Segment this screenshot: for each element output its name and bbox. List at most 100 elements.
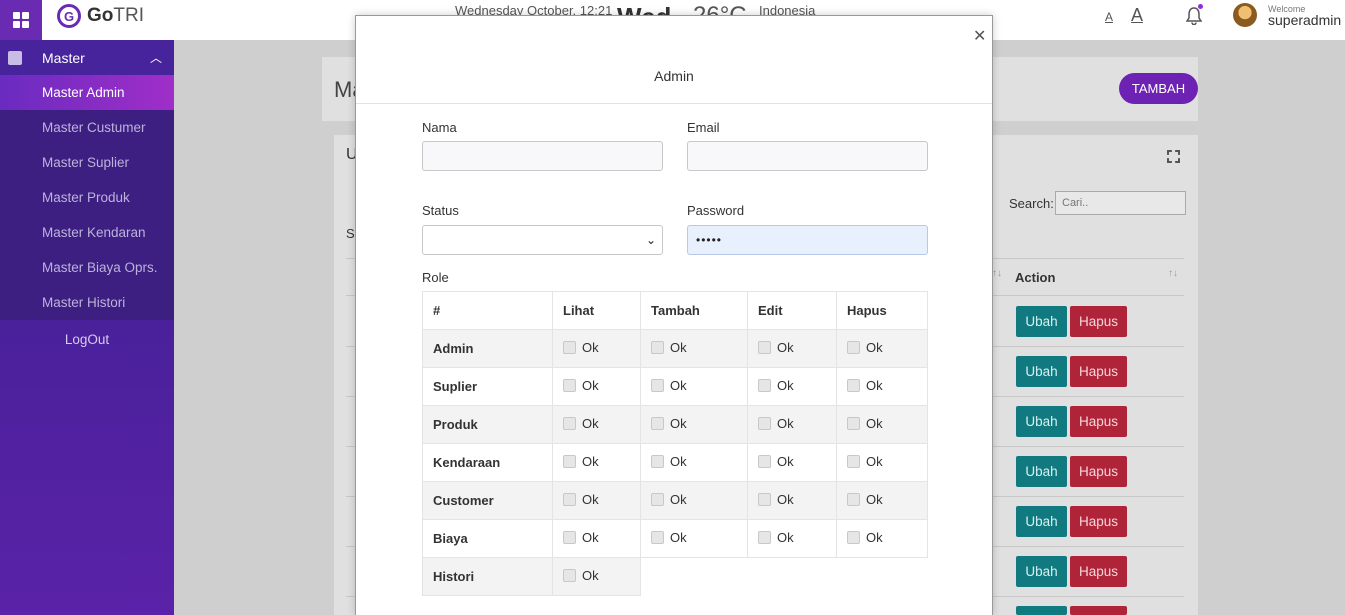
tambah-checkbox[interactable]: Ok [651,340,687,355]
avatar[interactable] [1233,3,1257,27]
edit-checkbox[interactable]: Ok [758,378,794,393]
lihat-checkbox[interactable]: Ok [563,416,599,431]
sidebar-item-master-kendaran[interactable]: Master Kendaran [0,215,174,250]
sidebar: Master ︿ Master Admin Master Custumer Ma… [0,40,174,615]
role-name: Produk [422,405,553,444]
tambah-checkbox[interactable]: Ok [651,530,687,545]
sidebar-item-master-biaya-oprs[interactable]: Master Biaya Oprs. [0,250,174,285]
search-label: Search: [1009,196,1054,211]
lihat-checkbox[interactable]: Ok [563,568,599,583]
font-size-decrease-button[interactable]: A [1105,10,1113,24]
table-row: Customer Ok Ok Ok Ok [422,481,928,520]
lihat-checkbox[interactable]: Ok [563,378,599,393]
delete-button[interactable]: Hapus [1070,506,1127,537]
edit-button[interactable]: Ubah [1016,506,1067,537]
lihat-checkbox[interactable]: Ok [563,530,599,545]
sidebar-item-master-suplier[interactable]: Master Suplier [0,145,174,180]
lihat-checkbox[interactable]: Ok [563,492,599,507]
delete-button[interactable] [1070,606,1127,615]
sort-icon[interactable]: ↑↓ [992,268,1002,279]
search-input[interactable] [1055,191,1186,215]
password-value: ••••• [696,233,723,247]
chevron-up-icon: ︿ [149,51,162,65]
bell-icon[interactable] [1186,7,1202,25]
admin-modal: ✕ Admin Nama Email Status ⌄ Password •••… [355,15,993,615]
lihat-checkbox[interactable]: Ok [563,340,599,355]
delete-button[interactable]: Hapus [1070,356,1127,387]
nama-field[interactable] [422,141,663,171]
delete-button[interactable]: Hapus [1070,306,1127,337]
edit-button[interactable] [1016,606,1067,615]
username[interactable]: superadmin [1268,12,1341,28]
role-permission-table: # Lihat Tambah Edit Hapus Admin Ok Ok Ok… [422,291,928,596]
lihat-checkbox[interactable]: Ok [563,454,599,469]
app-logo[interactable]: G GoTRI [57,4,144,28]
sidebar-section-label: Master [42,49,85,66]
edit-checkbox[interactable]: Ok [758,454,794,469]
nama-label: Nama [422,120,457,135]
chart-icon [8,50,22,65]
app-name-light: TRI [113,5,144,26]
role-label: Role [422,270,449,285]
delete-button[interactable]: Hapus [1070,556,1127,587]
tambah-checkbox[interactable]: Ok [651,378,687,393]
tambah-checkbox[interactable]: Ok [651,454,687,469]
app-name-bold: Go [87,5,114,26]
column-header-index: # [422,291,553,330]
hapus-checkbox[interactable]: Ok [847,378,883,393]
sidebar-item-master-custumer[interactable]: Master Custumer [0,110,174,145]
edit-checkbox[interactable]: Ok [758,340,794,355]
edit-button[interactable]: Ubah [1016,456,1067,487]
column-header-tambah: Tambah [640,291,748,330]
sidebar-item-master-histori[interactable]: Master Histori [0,285,174,320]
action-column-header: Action [1015,270,1056,285]
hapus-checkbox[interactable]: Ok [847,340,883,355]
delete-button[interactable]: Hapus [1070,456,1127,487]
edit-checkbox[interactable]: Ok [758,416,794,431]
hapus-checkbox[interactable]: Ok [847,530,883,545]
status-label: Status [422,203,459,218]
sidebar-item-master-produk[interactable]: Master Produk [0,180,174,215]
password-field[interactable]: ••••• [687,225,928,255]
apps-grid-icon[interactable] [0,0,42,40]
column-header-hapus: Hapus [836,291,928,330]
sort-icon[interactable]: ↑↓ [1168,268,1178,279]
edit-button[interactable]: Ubah [1016,556,1067,587]
role-name: Kendaraan [422,443,553,482]
fullscreen-icon[interactable] [1167,150,1180,163]
close-icon[interactable]: ✕ [973,26,986,46]
sidebar-menu: Master Admin Master Custumer Master Supl… [0,75,174,320]
column-header-lihat: Lihat [552,291,641,330]
hapus-checkbox[interactable]: Ok [847,492,883,507]
sidebar-section-master[interactable]: Master ︿ [0,40,174,75]
role-name: Customer [422,481,553,520]
role-name: Biaya [422,519,553,558]
edit-checkbox[interactable]: Ok [758,492,794,507]
table-row: Admin Ok Ok Ok Ok [422,329,928,368]
sidebar-item-master-admin[interactable]: Master Admin [0,75,174,110]
modal-divider [356,103,992,104]
edit-button[interactable]: Ubah [1016,356,1067,387]
email-field[interactable] [687,141,928,171]
modal-title: Admin [654,68,694,84]
add-button[interactable]: TAMBAH [1119,73,1198,104]
password-label: Password [687,203,745,218]
hapus-checkbox[interactable]: Ok [847,416,883,431]
edit-button[interactable]: Ubah [1016,306,1067,337]
edit-button[interactable]: Ubah [1016,406,1067,437]
table-row: Suplier Ok Ok Ok Ok [422,367,928,406]
role-name: Suplier [422,367,553,406]
tambah-checkbox[interactable]: Ok [651,416,687,431]
tambah-checkbox[interactable]: Ok [651,492,687,507]
logout-link[interactable]: LogOut [0,320,174,358]
table-header-row: # Lihat Tambah Edit Hapus [422,291,928,330]
email-label: Email [687,120,720,135]
hapus-checkbox[interactable]: Ok [847,454,883,469]
chevron-down-icon: ⌄ [645,233,656,247]
logo-icon: G [57,4,81,28]
delete-button[interactable]: Hapus [1070,406,1127,437]
notification-dot [1198,4,1203,9]
font-size-increase-button[interactable]: A [1131,5,1143,26]
status-select[interactable]: ⌄ [422,225,663,255]
edit-checkbox[interactable]: Ok [758,530,794,545]
